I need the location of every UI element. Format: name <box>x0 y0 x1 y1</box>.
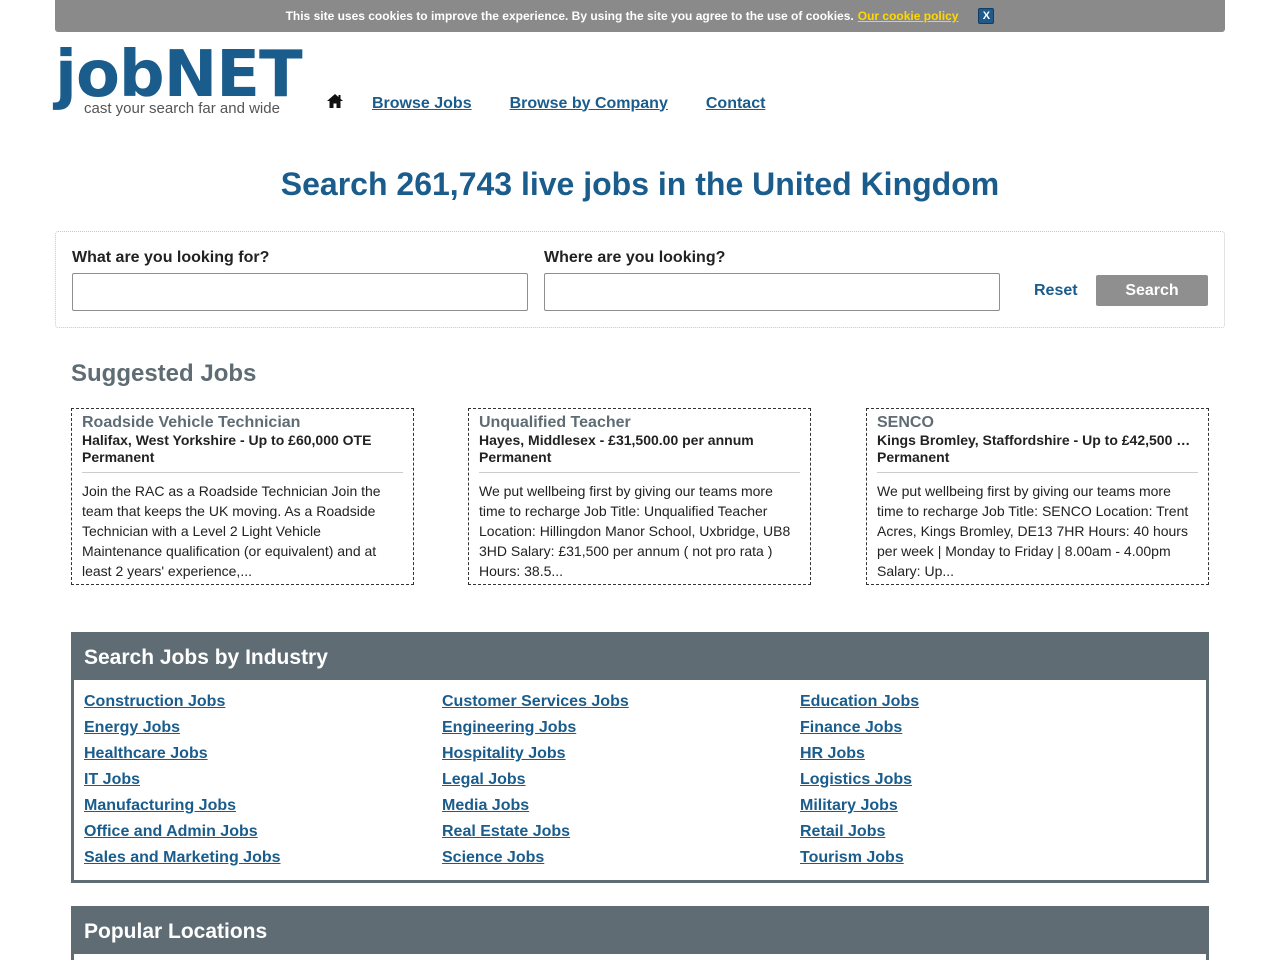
locations-box: Popular Locations <box>71 906 1209 960</box>
industry-link[interactable]: Science Jobs <box>442 848 800 868</box>
industry-link[interactable]: Tourism Jobs <box>800 848 1158 868</box>
what-input[interactable] <box>72 273 528 311</box>
job-location-salary: Halifax, West Yorkshire - Up to £60,000 … <box>82 432 372 448</box>
job-description: Join the RAC as a Roadside Technician Jo… <box>82 483 381 579</box>
nav-browse-jobs[interactable]: Browse Jobs <box>372 95 472 113</box>
what-label: What are you looking for? <box>72 249 270 266</box>
where-input[interactable] <box>544 273 1000 311</box>
suggested-jobs-title: Suggested Jobs <box>71 360 257 387</box>
industry-link[interactable]: IT Jobs <box>84 770 442 790</box>
search-panel: What are you looking for? Where are you … <box>55 231 1225 328</box>
page-headline: Search 261,743 live jobs in the United K… <box>280 166 1000 202</box>
industry-link[interactable]: Engineering Jobs <box>442 718 800 738</box>
industry-link[interactable]: Logistics Jobs <box>800 770 1158 790</box>
industry-link[interactable]: Manufacturing Jobs <box>84 796 442 816</box>
site-logo[interactable]: jobNET cast your search far and wide <box>55 38 303 120</box>
industry-link[interactable]: Finance Jobs <box>800 718 1158 738</box>
industry-link[interactable]: Energy Jobs <box>84 718 442 738</box>
industry-link[interactable]: Retail Jobs <box>800 822 1158 842</box>
job-location-salary: Hayes, Middlesex - £31,500.00 per annum <box>479 432 754 448</box>
job-card[interactable]: Unqualified Teacher Hayes, Middlesex - £… <box>468 408 811 585</box>
industry-link[interactable]: Military Jobs <box>800 796 1158 816</box>
industry-box: Search Jobs by Industry Construction Job… <box>71 632 1209 883</box>
job-card[interactable]: Roadside Vehicle Technician Halifax, Wes… <box>71 408 414 585</box>
search-button[interactable]: Search <box>1096 275 1208 306</box>
logo-wordmark: jobNET <box>55 38 303 112</box>
industry-link[interactable]: Legal Jobs <box>442 770 800 790</box>
industry-link[interactable]: Education Jobs <box>800 692 1158 712</box>
industry-box-title: Search Jobs by Industry <box>74 635 1206 680</box>
job-title[interactable]: Roadside Vehicle Technician <box>82 414 403 432</box>
reset-button[interactable]: Reset <box>1034 282 1078 300</box>
job-type: Permanent <box>479 449 552 465</box>
job-card[interactable]: SENCO Kings Bromley, Staffordshire - Up … <box>866 408 1209 585</box>
industry-grid: Construction Jobs Customer Services Jobs… <box>74 680 1206 880</box>
nav-contact[interactable]: Contact <box>706 95 766 113</box>
job-title[interactable]: Unqualified Teacher <box>479 414 800 432</box>
where-label: Where are you looking? <box>544 249 726 266</box>
job-divider <box>877 472 1198 473</box>
industry-link[interactable]: Healthcare Jobs <box>84 744 442 764</box>
logo-tagline: cast your search far and wide <box>84 100 280 117</box>
industry-link[interactable]: Construction Jobs <box>84 692 442 712</box>
job-title[interactable]: SENCO <box>877 414 1198 432</box>
industry-link[interactable]: Media Jobs <box>442 796 800 816</box>
cookie-message: This site uses cookies to improve the ex… <box>285 9 854 23</box>
industry-link[interactable]: Real Estate Jobs <box>442 822 800 842</box>
job-divider <box>479 472 800 473</box>
industry-link[interactable]: Sales and Marketing Jobs <box>84 848 442 868</box>
industry-link[interactable]: Customer Services Jobs <box>442 692 800 712</box>
cookie-close-button[interactable]: X <box>978 8 995 24</box>
job-description: We put wellbeing first by giving our tea… <box>479 483 791 579</box>
main-nav: Browse Jobs Browse by Company Contact <box>326 92 803 115</box>
industry-link[interactable]: HR Jobs <box>800 744 1158 764</box>
cookie-banner: This site uses cookies to improve the ex… <box>55 0 1225 32</box>
locations-box-title: Popular Locations <box>74 909 1206 954</box>
home-icon[interactable] <box>326 92 372 115</box>
industry-link[interactable]: Office and Admin Jobs <box>84 822 442 842</box>
nav-browse-by-company[interactable]: Browse by Company <box>510 95 668 113</box>
job-divider <box>82 472 403 473</box>
job-location-salary: Kings Bromley, Staffordshire - Up to £42… <box>877 432 1191 448</box>
industry-link[interactable]: Hospitality Jobs <box>442 744 800 764</box>
job-type: Permanent <box>82 449 155 465</box>
job-type: Permanent <box>877 449 950 465</box>
job-description: We put wellbeing first by giving our tea… <box>877 483 1189 579</box>
cookie-policy-link[interactable]: Our cookie policy <box>858 9 959 23</box>
